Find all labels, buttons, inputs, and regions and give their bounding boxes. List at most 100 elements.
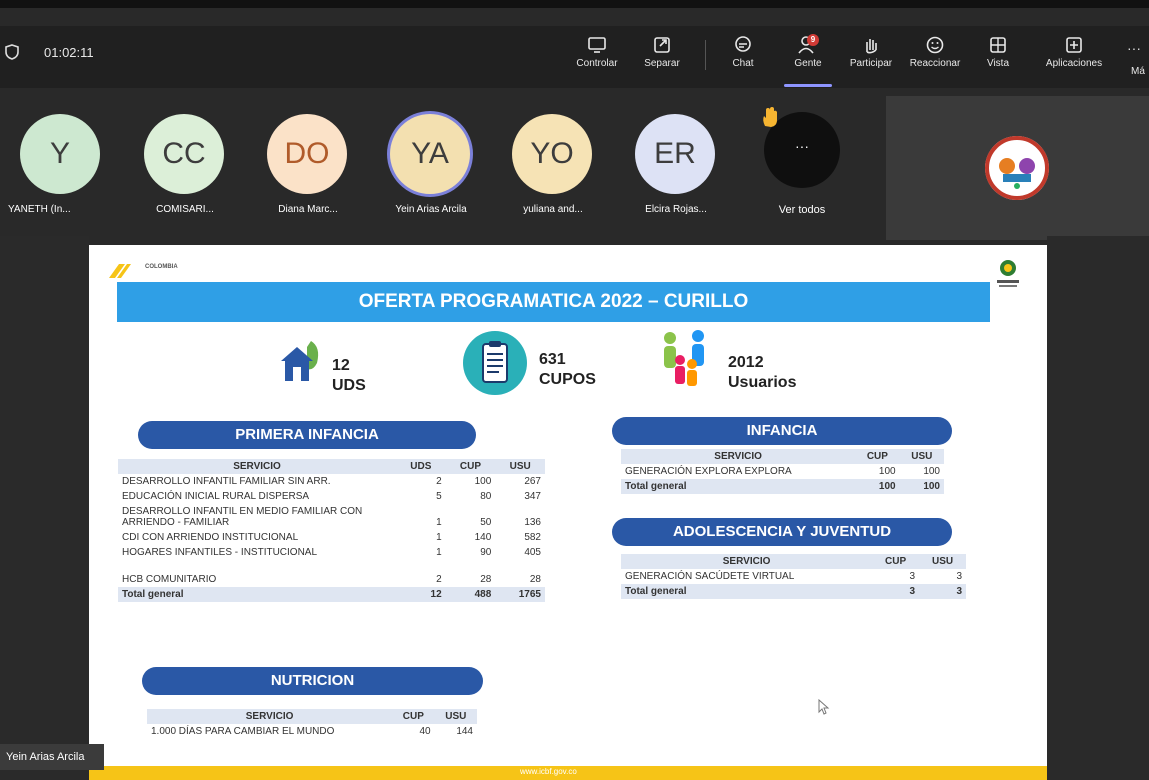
col-usu: USU bbox=[495, 459, 545, 474]
pop-out-button[interactable]: Separar bbox=[631, 34, 693, 82]
infancia-heading: INFANCIA bbox=[612, 417, 952, 445]
participant-avatar: YO bbox=[512, 114, 592, 194]
colombia-logo-text: COLOMBIA bbox=[145, 264, 178, 270]
cell-cup: 100 bbox=[474, 476, 492, 487]
react-button[interactable]: Reaccionar bbox=[904, 34, 966, 82]
clipboard-icon bbox=[463, 331, 527, 395]
table-total-row: Total general 3 3 bbox=[621, 584, 966, 599]
family-icon bbox=[664, 330, 704, 386]
stat-cupos-value: 631 bbox=[539, 351, 566, 368]
cell-total-usu: 1765 bbox=[495, 587, 545, 602]
participant-tile[interactable]: Y YANETH (In... bbox=[8, 108, 118, 228]
participant-avatar: Y bbox=[20, 114, 100, 194]
cell-cup: 28 bbox=[480, 574, 492, 585]
raise-hand-label: Participar bbox=[849, 58, 893, 69]
stat-usuarios-label: Usuarios bbox=[728, 374, 797, 391]
cell-usu: 136 bbox=[524, 517, 541, 528]
table-row: DESARROLLO INFANTIL EN MEDIO FAMILIAR CO… bbox=[118, 504, 545, 530]
cell-usu: 267 bbox=[524, 476, 541, 487]
stage-left-margin bbox=[0, 236, 89, 780]
cell-servicio: HOGARES INFANTILES - INSTITUCIONAL bbox=[122, 547, 318, 558]
participant-tile[interactable]: CC COMISARI... bbox=[132, 108, 242, 228]
cell-servicio: CDI CON ARRIENDO INSTITUCIONAL bbox=[122, 532, 299, 543]
cell-usu: 100 bbox=[923, 466, 940, 477]
participant-logo[interactable] bbox=[985, 136, 1049, 200]
people-label: Gente bbox=[794, 58, 822, 69]
cell-cup: 140 bbox=[474, 532, 492, 543]
avatar-initials: CC bbox=[162, 137, 206, 170]
table-total-row: Total general 100 100 bbox=[621, 479, 944, 494]
meeting-timer: 01:02:11 bbox=[44, 45, 94, 60]
slide-title: OFERTA PROGRAMATICA 2022 – CURILLO bbox=[358, 291, 749, 312]
adolescencia-table: SERVICIO CUP USU GENERACIÓN SACÚDETE VIR… bbox=[621, 554, 966, 599]
cell-total-cup: 3 bbox=[872, 584, 920, 599]
more-icon[interactable]: ··· bbox=[1127, 40, 1141, 56]
cell-uds: 1 bbox=[436, 532, 442, 543]
cell-cup: 40 bbox=[419, 726, 431, 737]
stat-cupos-label: CUPOS bbox=[539, 371, 596, 388]
cell-servicio: 1.000 DÍAS PARA CAMBIAR EL MUNDO bbox=[151, 726, 335, 737]
nutricion-heading: NUTRICION bbox=[142, 667, 483, 695]
participant-tile[interactable]: YO yuliana and... bbox=[500, 108, 610, 228]
table-row: 1.000 DÍAS PARA CAMBIAR EL MUNDO 40 144 bbox=[147, 724, 477, 739]
shield-icon bbox=[5, 44, 19, 60]
participant-tile[interactable]: ER Elcira Rojas... bbox=[623, 108, 733, 228]
cell-total-usu: 100 bbox=[899, 479, 944, 494]
primera-infancia-table: SERVICIO UDS CUP USU DESARROLLO INFANTIL… bbox=[118, 459, 545, 602]
more-label[interactable]: Má bbox=[1131, 66, 1145, 77]
cell-uds: 5 bbox=[436, 491, 442, 502]
cell-total-cup: 488 bbox=[445, 587, 496, 602]
table-row: CDI CON ARRIENDO INSTITUCIONAL 1 140 582 bbox=[118, 530, 545, 545]
table-header-row: SERVICIO CUP USU bbox=[147, 709, 477, 724]
view-button[interactable]: Vista bbox=[967, 34, 1029, 82]
infancia-table: SERVICIO CUP USU GENERACIÓN EXPLORA EXPL… bbox=[621, 449, 944, 494]
cell-servicio: EDUCACIÓN INICIAL RURAL DISPERSA bbox=[122, 491, 310, 502]
cell-usu: 347 bbox=[524, 491, 541, 502]
participant-name: YANETH (In... bbox=[8, 204, 71, 215]
col-servicio: SERVICIO bbox=[147, 709, 393, 724]
people-active-indicator bbox=[784, 84, 832, 87]
participant-name: yuliana and... bbox=[523, 204, 583, 215]
house-tree-icon bbox=[281, 341, 319, 381]
pop-out-label: Separar bbox=[644, 58, 680, 69]
participant-name: Diana Marc... bbox=[278, 204, 338, 215]
avatar-initials: DO bbox=[284, 137, 330, 170]
table-total-row: Total general 12 488 1765 bbox=[118, 587, 545, 602]
cell-usu: 405 bbox=[524, 547, 541, 558]
view-all-label[interactable]: Ver todos bbox=[764, 204, 840, 216]
cell-servicio: DESARROLLO INFANTIL EN MEDIO FAMILIAR CO… bbox=[122, 506, 363, 528]
stat-uds-label: UDS bbox=[332, 377, 366, 394]
table-row: HOGARES INFANTILES - INSTITUCIONAL 1 90 405 bbox=[118, 545, 545, 560]
raise-hand-button[interactable]: Participar bbox=[840, 34, 902, 82]
cell-total-usu: 3 bbox=[919, 584, 966, 599]
col-usu: USU bbox=[434, 709, 477, 724]
cell-cup: 90 bbox=[480, 547, 492, 558]
col-uds: UDS bbox=[396, 459, 446, 474]
nutricion-table: SERVICIO CUP USU 1.000 DÍAS PARA CAMBIAR… bbox=[147, 709, 477, 739]
cell-servicio: GENERACIÓN SACÚDETE VIRTUAL bbox=[625, 571, 795, 582]
col-servicio: SERVICIO bbox=[118, 459, 396, 474]
participant-avatar: CC bbox=[144, 114, 224, 194]
cell-cup: 80 bbox=[480, 491, 492, 502]
participant-name: Yein Arias Arcila bbox=[395, 204, 467, 215]
cell-usu: 582 bbox=[524, 532, 541, 543]
cell-cup: 50 bbox=[480, 517, 492, 528]
more-dots: ··· bbox=[795, 138, 809, 154]
col-usu: USU bbox=[919, 554, 966, 569]
speaker-name-chip: Yein Arias Arcila bbox=[0, 744, 104, 770]
share-screen-button[interactable]: Controlar bbox=[566, 34, 628, 82]
colombia-flag-logo bbox=[109, 264, 131, 278]
table-row: HCB COMUNITARIO 2 28 28 bbox=[118, 560, 545, 587]
react-label: Reaccionar bbox=[909, 58, 961, 69]
chat-button[interactable]: Chat bbox=[712, 34, 774, 82]
col-usu: USU bbox=[899, 449, 944, 464]
cell-uds: 1 bbox=[436, 547, 442, 558]
window-top-strip bbox=[0, 0, 1149, 8]
slide-footer-url: www.icbf.gov.co bbox=[520, 767, 577, 776]
apps-button[interactable]: Aplicaciones bbox=[1043, 34, 1105, 82]
raise-hand-icon bbox=[763, 107, 777, 127]
participant-tile[interactable]: DO Diana Marc... bbox=[255, 108, 365, 228]
cell-servicio: DESARROLLO INFANTIL FAMILIAR SIN ARR. bbox=[122, 476, 331, 487]
people-button[interactable]: 9 Gente bbox=[777, 34, 839, 82]
participant-tile-active-speaker[interactable]: YA Yein Arias Arcila bbox=[378, 108, 488, 228]
